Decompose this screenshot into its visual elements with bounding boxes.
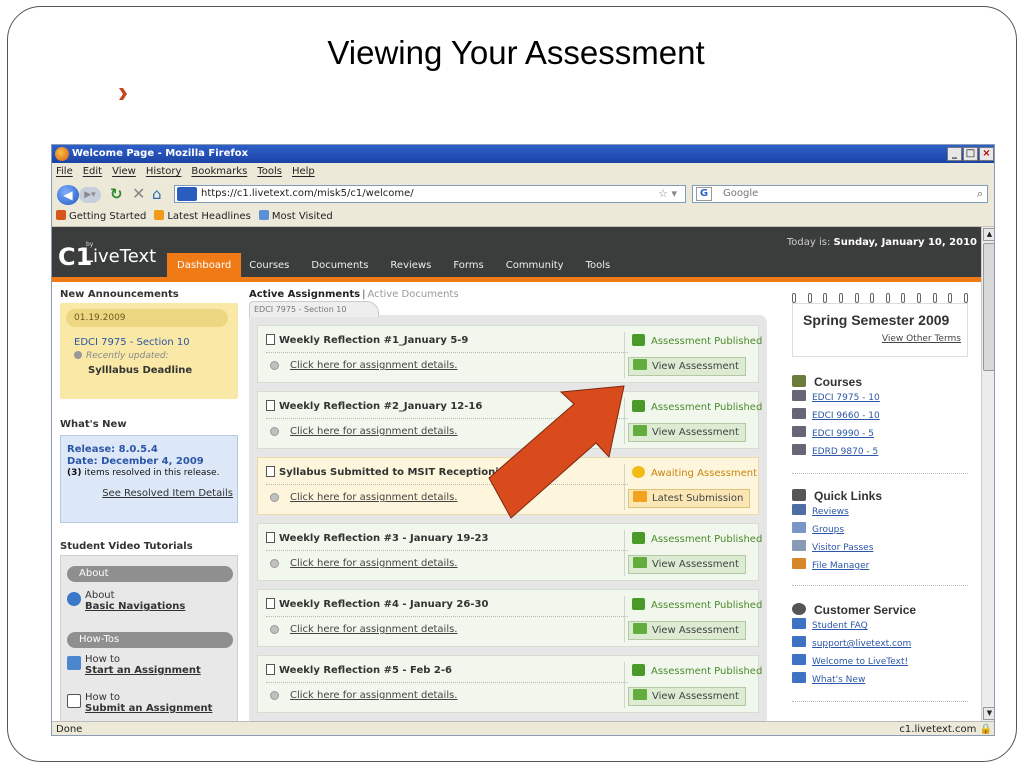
slide: Viewing Your Assessment Welcome Page - M… <box>0 0 1024 768</box>
pointer-arrow-shape <box>488 385 625 519</box>
pointer-arrow-icon <box>488 385 625 519</box>
